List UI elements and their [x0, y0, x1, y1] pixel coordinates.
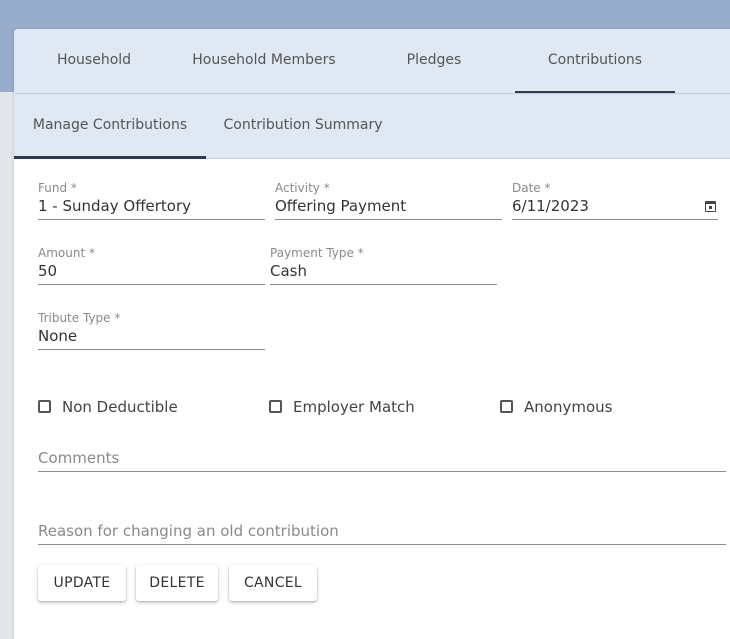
- employer-match-label: Employer Match: [293, 398, 415, 416]
- activity-select[interactable]: Offering Payment: [275, 197, 502, 220]
- checkbox-icon[interactable]: [500, 400, 513, 413]
- tab-household[interactable]: Household: [14, 29, 174, 92]
- household-card: Household Household Members Pledges Cont…: [14, 29, 730, 639]
- payment-type-label: Payment Type *: [270, 246, 364, 260]
- date-input[interactable]: 6/11/2023: [512, 197, 718, 220]
- tab-pledges[interactable]: Pledges: [354, 29, 514, 92]
- employer-match-checkbox[interactable]: Employer Match: [269, 398, 449, 418]
- date-label: Date *: [512, 181, 551, 195]
- calendar-icon[interactable]: [705, 201, 716, 212]
- payment-type-field[interactable]: Payment Type * Cash: [270, 246, 497, 286]
- non-deductible-checkbox[interactable]: Non Deductible: [38, 398, 218, 418]
- tab-manage-contributions[interactable]: Manage Contributions: [14, 94, 206, 159]
- amount-input[interactable]: 50: [38, 262, 265, 285]
- tribute-type-label: Tribute Type *: [38, 311, 121, 325]
- tribute-type-field[interactable]: Tribute Type * None: [38, 311, 265, 351]
- reason-placeholder: Reason for changing an old contribution: [38, 522, 339, 540]
- payment-type-select[interactable]: Cash: [270, 262, 497, 285]
- tribute-type-select[interactable]: None: [38, 327, 265, 350]
- checkbox-icon[interactable]: [269, 400, 282, 413]
- activity-label: Activity *: [275, 181, 330, 195]
- activity-field[interactable]: Activity * Offering Payment: [275, 181, 502, 221]
- cancel-button[interactable]: CANCEL: [229, 565, 317, 601]
- tab-contribution-summary[interactable]: Contribution Summary: [206, 94, 400, 157]
- comments-field[interactable]: Comments: [38, 439, 726, 472]
- secondary-tab-bar: Manage Contributions Contribution Summar…: [14, 94, 730, 159]
- fund-label: Fund *: [38, 181, 77, 195]
- update-button[interactable]: UPDATE: [38, 565, 126, 601]
- tab-contributions[interactable]: Contributions: [515, 29, 675, 93]
- non-deductible-label: Non Deductible: [62, 398, 178, 416]
- anonymous-label: Anonymous: [524, 398, 613, 416]
- amount-label: Amount *: [38, 246, 95, 260]
- fund-field[interactable]: Fund * 1 - Sunday Offertory: [38, 181, 265, 221]
- reason-field[interactable]: Reason for changing an old contribution: [38, 512, 726, 545]
- checkbox-icon[interactable]: [38, 400, 51, 413]
- primary-tab-bar: Household Household Members Pledges Cont…: [14, 29, 730, 94]
- tab-household-members[interactable]: Household Members: [174, 29, 354, 92]
- date-field[interactable]: Date * 6/11/2023: [512, 181, 718, 221]
- delete-button[interactable]: DELETE: [136, 565, 218, 601]
- amount-field[interactable]: Amount * 50: [38, 246, 265, 286]
- fund-select[interactable]: 1 - Sunday Offertory: [38, 197, 265, 220]
- comments-placeholder: Comments: [38, 449, 120, 467]
- anonymous-checkbox[interactable]: Anonymous: [500, 398, 680, 418]
